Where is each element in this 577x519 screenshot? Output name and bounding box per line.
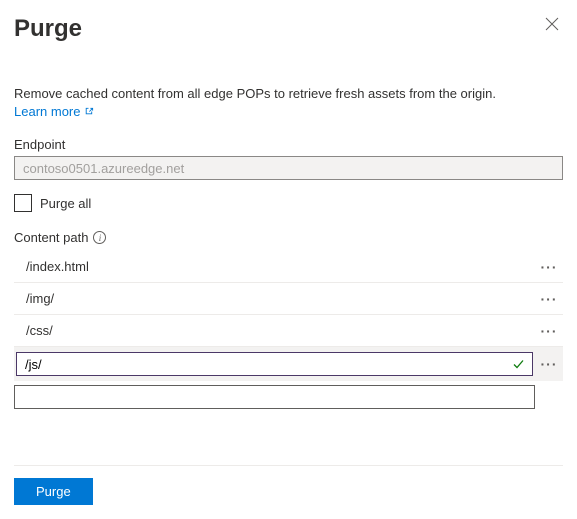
- close-button[interactable]: [541, 15, 563, 37]
- path-input[interactable]: [16, 352, 533, 376]
- purge-all-label: Purge all: [40, 196, 91, 211]
- path-row-active[interactable]: ···: [14, 347, 563, 381]
- learn-more-label: Learn more: [14, 104, 80, 119]
- endpoint-input[interactable]: [14, 156, 563, 180]
- purge-all-checkbox[interactable]: [14, 194, 32, 212]
- endpoint-label: Endpoint: [14, 137, 563, 152]
- more-button[interactable]: ···: [535, 356, 563, 372]
- content-path-label: Content path: [14, 230, 88, 245]
- purge-button[interactable]: Purge: [14, 478, 93, 505]
- path-row[interactable]: /img/ ···: [14, 283, 563, 315]
- description-text: Remove cached content from all edge POPs…: [14, 85, 563, 103]
- info-icon[interactable]: i: [93, 231, 106, 244]
- path-row[interactable]: /css/ ···: [14, 315, 563, 347]
- path-row[interactable]: /index.html ···: [14, 251, 563, 283]
- more-button[interactable]: ···: [535, 259, 563, 275]
- path-value: /img/: [14, 291, 535, 306]
- path-input-empty[interactable]: [14, 385, 535, 409]
- path-value: /css/: [14, 323, 535, 338]
- more-button[interactable]: ···: [535, 323, 563, 339]
- content-path-list: /index.html ··· /img/ ··· /css/ ··· ···: [14, 251, 563, 409]
- external-link-icon: [83, 106, 94, 117]
- more-button[interactable]: ···: [535, 291, 563, 307]
- learn-more-link[interactable]: Learn more: [14, 104, 94, 119]
- close-icon: [545, 17, 559, 31]
- page-title: Purge: [14, 15, 82, 43]
- path-value: /index.html: [14, 259, 535, 274]
